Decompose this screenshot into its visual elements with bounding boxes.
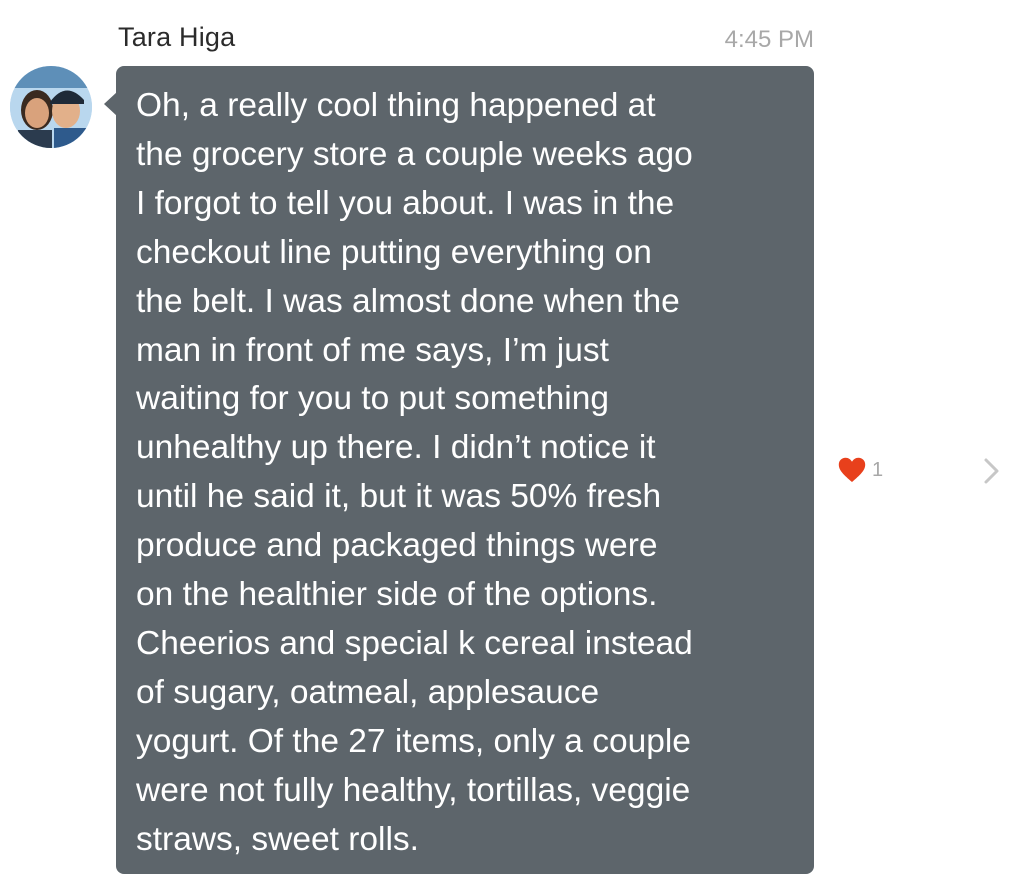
message-timestamp: 4:45 PM [724,26,814,53]
reaction-count: 1 [872,458,884,481]
avatar[interactable] [10,66,92,148]
reaction[interactable]: 1 [838,456,883,484]
message-text: Oh, a really cool thing happened at the … [136,87,693,858]
heart-icon [838,457,866,482]
chevron-right-icon[interactable] [978,456,1004,486]
bubble-tail [104,92,117,116]
message-bubble[interactable]: Oh, a really cool thing happened at the … [104,66,814,874]
sender-name: Tara Higa [118,22,236,52]
